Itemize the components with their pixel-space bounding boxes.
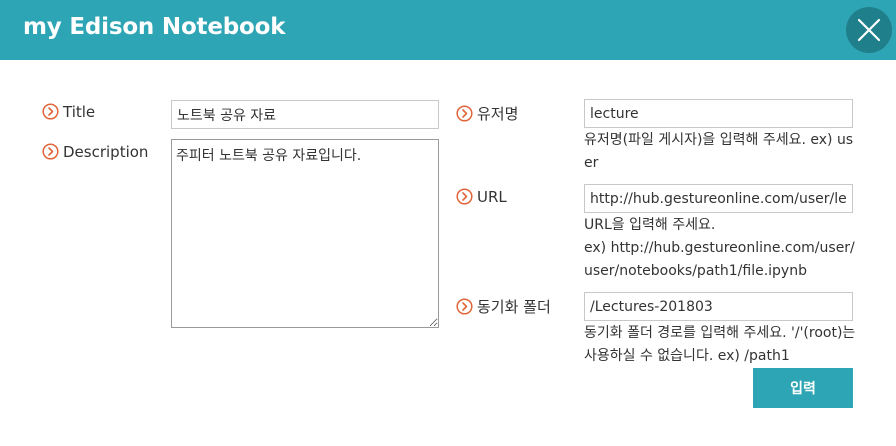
title-field-label: Title (42, 103, 95, 121)
username-label-text: 유저명 (477, 105, 519, 123)
close-button[interactable] (846, 7, 892, 53)
username-field-label: 유저명 (456, 103, 518, 124)
folder-input[interactable] (584, 292, 853, 321)
close-icon (857, 18, 881, 42)
title-input[interactable] (171, 100, 439, 129)
description-field-label: Description (42, 143, 148, 161)
url-help-line-1: URL을 입력해 주세요. (584, 217, 716, 233)
chevron-right-circle-icon (456, 188, 473, 205)
url-help-text: URL을 입력해 주세요. ex) http://hub.gestureonli… (584, 214, 856, 283)
url-label-text: URL (477, 188, 507, 206)
chevron-right-circle-icon (456, 105, 473, 122)
url-field-label: URL (456, 188, 507, 206)
url-input[interactable] (584, 184, 853, 213)
folder-label-text: 동기화 폴더 (477, 298, 551, 316)
username-input[interactable] (584, 99, 853, 128)
username-help-text: 유저명(파일 게시자)을 입력해 주세요. ex) user (584, 132, 854, 171)
chevron-right-circle-icon (42, 103, 59, 120)
chevron-right-circle-icon (42, 143, 59, 160)
dialog-header: my Edison Notebook (0, 0, 896, 60)
dialog-title: my Edison Notebook (23, 14, 286, 40)
description-label-text: Description (63, 143, 149, 161)
title-label-text: Title (63, 103, 96, 121)
description-textarea[interactable]: 주피터 노트북 공유 자료입니다. (171, 139, 439, 328)
chevron-right-circle-icon (456, 298, 473, 315)
submit-button[interactable]: 입력 (753, 368, 853, 408)
url-help-line-2: ex) http://hub.gestureonline.com/user/us… (584, 240, 855, 279)
folder-help-text: 동기화 폴더 경로를 입력해 주세요. '/'(root)는 사용하실 수 없습… (584, 325, 856, 364)
folder-field-label: 동기화 폴더 (456, 296, 551, 317)
